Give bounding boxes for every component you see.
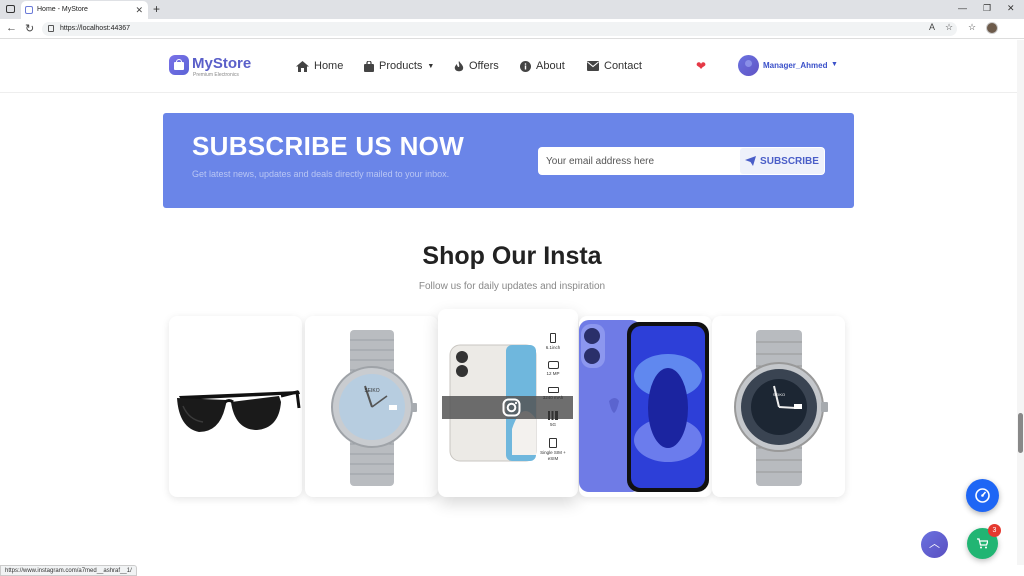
envelope-icon bbox=[587, 61, 599, 71]
back-icon[interactable]: ← bbox=[6, 22, 17, 34]
refresh-icon[interactable]: ↻ bbox=[25, 22, 34, 35]
read-aloud-icon[interactable]: A bbox=[929, 22, 935, 32]
subscribe-button-label: SUBSCRIBE bbox=[760, 155, 819, 167]
insta-post-iphone-white[interactable]: 6.1inch 12 MP 3240 mAh 5G Single SIM + e… bbox=[438, 309, 578, 497]
watch-brand-text: SEIKO bbox=[364, 388, 379, 394]
sim-icon bbox=[549, 438, 557, 448]
chevron-up-icon: ︿ bbox=[929, 538, 940, 550]
browser-tab-bar: Home - MyStore ✕ + — ❐ ✕ bbox=[0, 0, 1024, 19]
camera-icon bbox=[547, 361, 559, 369]
logo[interactable]: MyStore bbox=[192, 55, 251, 72]
nav-offers[interactable]: Offers bbox=[454, 60, 499, 72]
diver-watch-brand-text: SEIKO bbox=[773, 392, 785, 397]
nav-about-label: About bbox=[536, 60, 565, 72]
nav-about[interactable]: About bbox=[520, 60, 565, 72]
avatar[interactable] bbox=[738, 55, 759, 76]
screen-size-icon bbox=[550, 333, 556, 343]
insta-post-watch-diver[interactable]: SEIKO bbox=[712, 316, 845, 497]
subscribe-banner: SUBSCRIBE US NOW Get latest news, update… bbox=[163, 113, 854, 208]
insta-post-iphone-blue[interactable] bbox=[579, 316, 712, 497]
scrollbar-track[interactable] bbox=[1017, 40, 1024, 565]
favorite-star-icon[interactable]: ☆ bbox=[945, 22, 953, 33]
address-bar: ← ↻ https://localhost:44367 A ☆ ☆ bbox=[0, 19, 1024, 39]
logo-tagline: Premium Electronics bbox=[193, 72, 239, 78]
logo-bag-icon[interactable] bbox=[169, 55, 189, 75]
wishlist-heart-icon[interactable]: ❤ bbox=[696, 59, 706, 73]
bag-icon bbox=[364, 60, 374, 72]
spec-battery: 3240 mAh bbox=[542, 395, 564, 400]
tab-actions-icon[interactable] bbox=[6, 5, 15, 13]
email-field[interactable] bbox=[546, 147, 736, 175]
scroll-top-button[interactable]: ︿ bbox=[921, 531, 948, 558]
site-navbar bbox=[0, 40, 1024, 93]
fire-icon bbox=[454, 60, 464, 71]
sunglasses-image bbox=[177, 390, 301, 432]
signal-icon bbox=[548, 411, 558, 420]
close-window-icon[interactable]: ✕ bbox=[1007, 3, 1015, 14]
nav-home[interactable]: Home bbox=[296, 60, 343, 72]
favicon-icon bbox=[25, 6, 33, 14]
nav-products[interactable]: Products ▼ bbox=[364, 60, 434, 72]
browser-tab[interactable]: Home - MyStore ✕ bbox=[21, 1, 148, 19]
restore-icon[interactable]: ❐ bbox=[983, 3, 991, 14]
instagram-icon[interactable] bbox=[502, 398, 521, 417]
spec-network: 5G bbox=[549, 422, 556, 427]
subscribe-form: SUBSCRIBE bbox=[538, 147, 825, 175]
subscribe-title: SUBSCRIBE US NOW bbox=[192, 131, 465, 161]
browser-status-link: https://www.instagram.com/a7med__ashraf_… bbox=[0, 565, 137, 576]
cart-count-badge: 3 bbox=[988, 524, 1001, 537]
iphone-blue-image bbox=[579, 320, 709, 492]
accessibility-fab[interactable] bbox=[966, 479, 999, 512]
browser-profile-avatar[interactable] bbox=[986, 22, 998, 34]
favorites-icon[interactable]: ☆ bbox=[968, 22, 976, 33]
tab-close-icon[interactable]: ✕ bbox=[135, 1, 143, 19]
scrollbar-thumb[interactable] bbox=[1018, 413, 1023, 453]
nav-contact[interactable]: Contact bbox=[587, 60, 642, 72]
minimize-icon[interactable]: — bbox=[958, 3, 967, 13]
info-icon bbox=[520, 60, 531, 72]
nav-offers-label: Offers bbox=[469, 60, 499, 72]
new-tab-button[interactable]: + bbox=[153, 0, 160, 18]
insta-section-title: Shop Our Insta bbox=[422, 242, 602, 270]
cart-icon bbox=[977, 538, 988, 549]
home-icon bbox=[296, 60, 309, 72]
gauge-icon bbox=[975, 488, 990, 503]
url-text: https://localhost:44367 bbox=[60, 25, 131, 32]
insta-post-watch-blue[interactable]: SEIKO bbox=[305, 316, 438, 497]
chevron-down-icon: ▼ bbox=[427, 62, 435, 70]
nav-contact-label: Contact bbox=[604, 60, 642, 72]
insta-section-subtitle: Follow us for daily updates and inspirat… bbox=[418, 281, 606, 292]
subscribe-button[interactable]: SUBSCRIBE bbox=[740, 148, 824, 174]
phone-specs: 6.1inch 12 MP 3240 mAh 5G Single SIM + e… bbox=[539, 333, 567, 462]
lock-icon bbox=[48, 25, 54, 32]
spec-screen: 6.1inch bbox=[545, 345, 561, 350]
tab-title: Home - MyStore bbox=[37, 6, 88, 13]
nav-home-label: Home bbox=[314, 60, 344, 72]
user-menu-name[interactable]: Manager_Ahmed bbox=[763, 61, 827, 70]
url-field[interactable]: https://localhost:44367 bbox=[42, 22, 957, 36]
spec-camera: 12 MP bbox=[546, 371, 560, 376]
spec-sim: Single SIM + eSIM bbox=[540, 450, 566, 461]
user-chevron-down-icon[interactable]: ▼ bbox=[831, 61, 838, 68]
insta-post-sunglasses[interactable] bbox=[169, 316, 302, 497]
paper-plane-icon bbox=[745, 156, 757, 166]
subscribe-description: Get latest news, updates and deals direc… bbox=[192, 169, 450, 179]
battery-icon bbox=[547, 387, 559, 393]
nav-products-label: Products bbox=[379, 60, 423, 72]
seiko-diver-watch-image: SEIKO bbox=[734, 330, 828, 486]
seiko-watch-image: SEIKO bbox=[331, 330, 417, 486]
